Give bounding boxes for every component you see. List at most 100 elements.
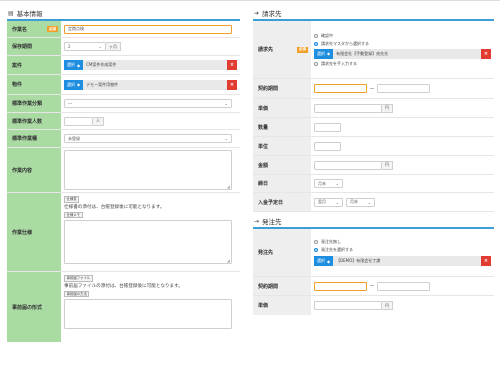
deposit-month-select[interactable]: 翌月 ⌄ (314, 197, 343, 207)
radio-icon (314, 240, 318, 244)
property-label: 物件 (12, 82, 23, 88)
work-name-label: 作業名 (12, 26, 28, 33)
sign-in-icon: ➜ (254, 9, 260, 17)
billing-option-master[interactable]: 請求先マスタから選択する (314, 41, 491, 47)
order-option-none[interactable]: 発注先無し (314, 239, 491, 245)
case-select-button[interactable]: 選択 ◆ (64, 60, 84, 70)
property-select-button[interactable]: 選択 ◆ (64, 79, 84, 90)
order-period-start[interactable] (314, 281, 367, 291)
people-unit: 人 (93, 116, 104, 126)
chevron-down-icon: ⌄ (224, 136, 228, 141)
yen-unit: 円 (382, 160, 393, 170)
spec-note: 仕様書の添付は、台帳登録後に可能となります。 (64, 205, 165, 211)
order-price-input[interactable] (314, 301, 382, 310)
people-input[interactable] (64, 116, 93, 126)
resize-grip-icon: ◢ (226, 257, 230, 263)
radio-selected-icon (314, 248, 318, 252)
quantity-label: 数量 (258, 124, 269, 131)
work-type-select[interactable]: 未登録 ⌄ (64, 134, 232, 143)
work-name-input[interactable]: 定期点検 (64, 24, 232, 34)
amount-input[interactable] (314, 160, 382, 170)
close-icon: × (483, 50, 489, 57)
quantity-row: 数量 (253, 118, 494, 137)
order-label: 発注先 (258, 250, 274, 256)
billing-period-row: 契約期間 〜 (253, 79, 494, 99)
cycle-unit: ヶ月 (106, 42, 121, 51)
resize-grip-icon: ◢ (226, 184, 230, 189)
chevron-down-icon: ⌄ (98, 44, 102, 49)
billing-row: 請求先 必須 確認中 請求先マスタから選択する 選択 ◆ 有限会社【手動登録】宛先先… (253, 21, 494, 79)
amount-row: 金額 円 (253, 156, 494, 175)
sign-out-icon: ⇥ (254, 217, 260, 225)
chevron-down-icon: ⌄ (367, 199, 371, 205)
unit-price-row: 単価 円 (253, 99, 494, 118)
close-icon: × (483, 258, 489, 264)
spec-row: 作業仕様 仕様書 仕様書の添付は、台帳登録後に可能となります。 仕様メモ ◢ (7, 193, 240, 272)
work-name-row: 作業名 必須 定期点検 (7, 21, 240, 38)
deposit-row: 入金予定日 翌月 ⌄ 月末 ⌄ (253, 193, 494, 212)
spec-textarea[interactable]: ◢ (64, 219, 232, 264)
billing-option-manual[interactable]: 請求先を手入力する (314, 61, 491, 67)
basic-info-header: ▤ 基本情報 (7, 7, 240, 21)
pre-form-method-tag: 事前届の方法 (64, 290, 90, 298)
order-select-button[interactable]: 選択 ◆ (314, 256, 334, 266)
unit-price-input[interactable] (314, 103, 382, 113)
billing-panel: ➜ 請求先 請求先 必須 確認中 請求先マスタから選択する 選択 ◆ 有限会社【手動… (253, 7, 494, 315)
category-select[interactable]: --- ⌄ (64, 99, 232, 108)
cycle-select[interactable]: 2 ⌄ (64, 42, 106, 51)
property-clear-button[interactable]: × (227, 79, 237, 90)
pre-form-note: 事前届ファイルの添付は、台帳登録後に可能となります。 (64, 284, 183, 290)
cutoff-select[interactable]: 月末 ⌄ (314, 179, 343, 188)
arrow-icon: ◆ (327, 51, 331, 56)
range-separator: 〜 (370, 283, 374, 288)
billing-clear-button[interactable]: × (481, 48, 491, 59)
case-clear-button[interactable]: × (227, 60, 237, 70)
people-row: 標準作業人数 人 (7, 113, 240, 130)
yen-unit: 円 (382, 301, 393, 310)
spec-label: 作業仕様 (12, 229, 33, 236)
content-label: 作業内容 (12, 167, 33, 174)
required-badge: 必須 (46, 26, 58, 32)
close-icon: × (229, 62, 235, 68)
billing-value: 有限会社【手動登録】宛先先 (333, 48, 481, 59)
billing-label: 請求先 (258, 47, 274, 53)
cycle-label: 保存期間 (12, 44, 33, 50)
billing-select-button[interactable]: 選択 ◆ (314, 48, 334, 59)
order-option-select[interactable]: 発注先を選択する (314, 247, 491, 253)
property-row: 物件 選択 ◆ デモー案件用物件 × (7, 75, 240, 95)
close-icon: × (229, 81, 235, 88)
pre-form-tag: 事前届ファイル (64, 275, 93, 282)
quantity-input[interactable] (314, 122, 341, 132)
chevron-down-icon: ⌄ (224, 101, 228, 106)
work-type-label: 標準作業種 (12, 136, 38, 142)
order-period-end[interactable] (377, 281, 430, 291)
arrow-icon: ◆ (327, 258, 331, 264)
cutoff-label: 締日 (258, 181, 269, 187)
cutoff-row: 締日 月末 ⌄ (253, 175, 494, 193)
order-clear-button[interactable]: × (481, 256, 491, 266)
category-row: 標準作業分類 --- ⌄ (7, 95, 240, 113)
cycle-row: 保存期間 2 ⌄ ヶ月 (7, 38, 240, 56)
billing-option-pending[interactable]: 確認中 (314, 33, 491, 39)
billing-period-start[interactable] (314, 84, 367, 93)
arrow-icon: ◆ (77, 62, 81, 68)
arrow-icon: ◆ (77, 82, 81, 87)
billing-period-end[interactable] (377, 84, 430, 93)
cycle-value: 2 (68, 44, 71, 49)
case-value: CM案件作成案件 (83, 60, 227, 70)
order-price-row: 単価 円 (253, 296, 494, 315)
unit-input[interactable] (314, 141, 341, 151)
order-header: ⇥ 発注先 (253, 215, 494, 229)
unit-label: 単位 (258, 143, 269, 150)
content-textarea[interactable]: ◢ (64, 150, 232, 190)
basic-info-panel: ▤ 基本情報 作業名 必須 定期点検 保存期間 2 ⌄ ヶ月 案件 選択 ◆ CM案件… (7, 7, 240, 342)
chevron-down-icon: ⌄ (335, 181, 339, 186)
order-price-label: 単価 (258, 303, 269, 309)
billing-title: 請求先 (262, 10, 282, 18)
billing-period-label: 契約期間 (258, 86, 279, 92)
spec-memo-tag: 仕様メモ (64, 211, 83, 219)
deposit-day-select[interactable]: 月末 ⌄ (346, 197, 375, 207)
content-row: 作業内容 ◢ (7, 148, 240, 193)
pre-form-textarea[interactable] (64, 298, 232, 329)
unit-price-label: 単価 (258, 105, 269, 112)
